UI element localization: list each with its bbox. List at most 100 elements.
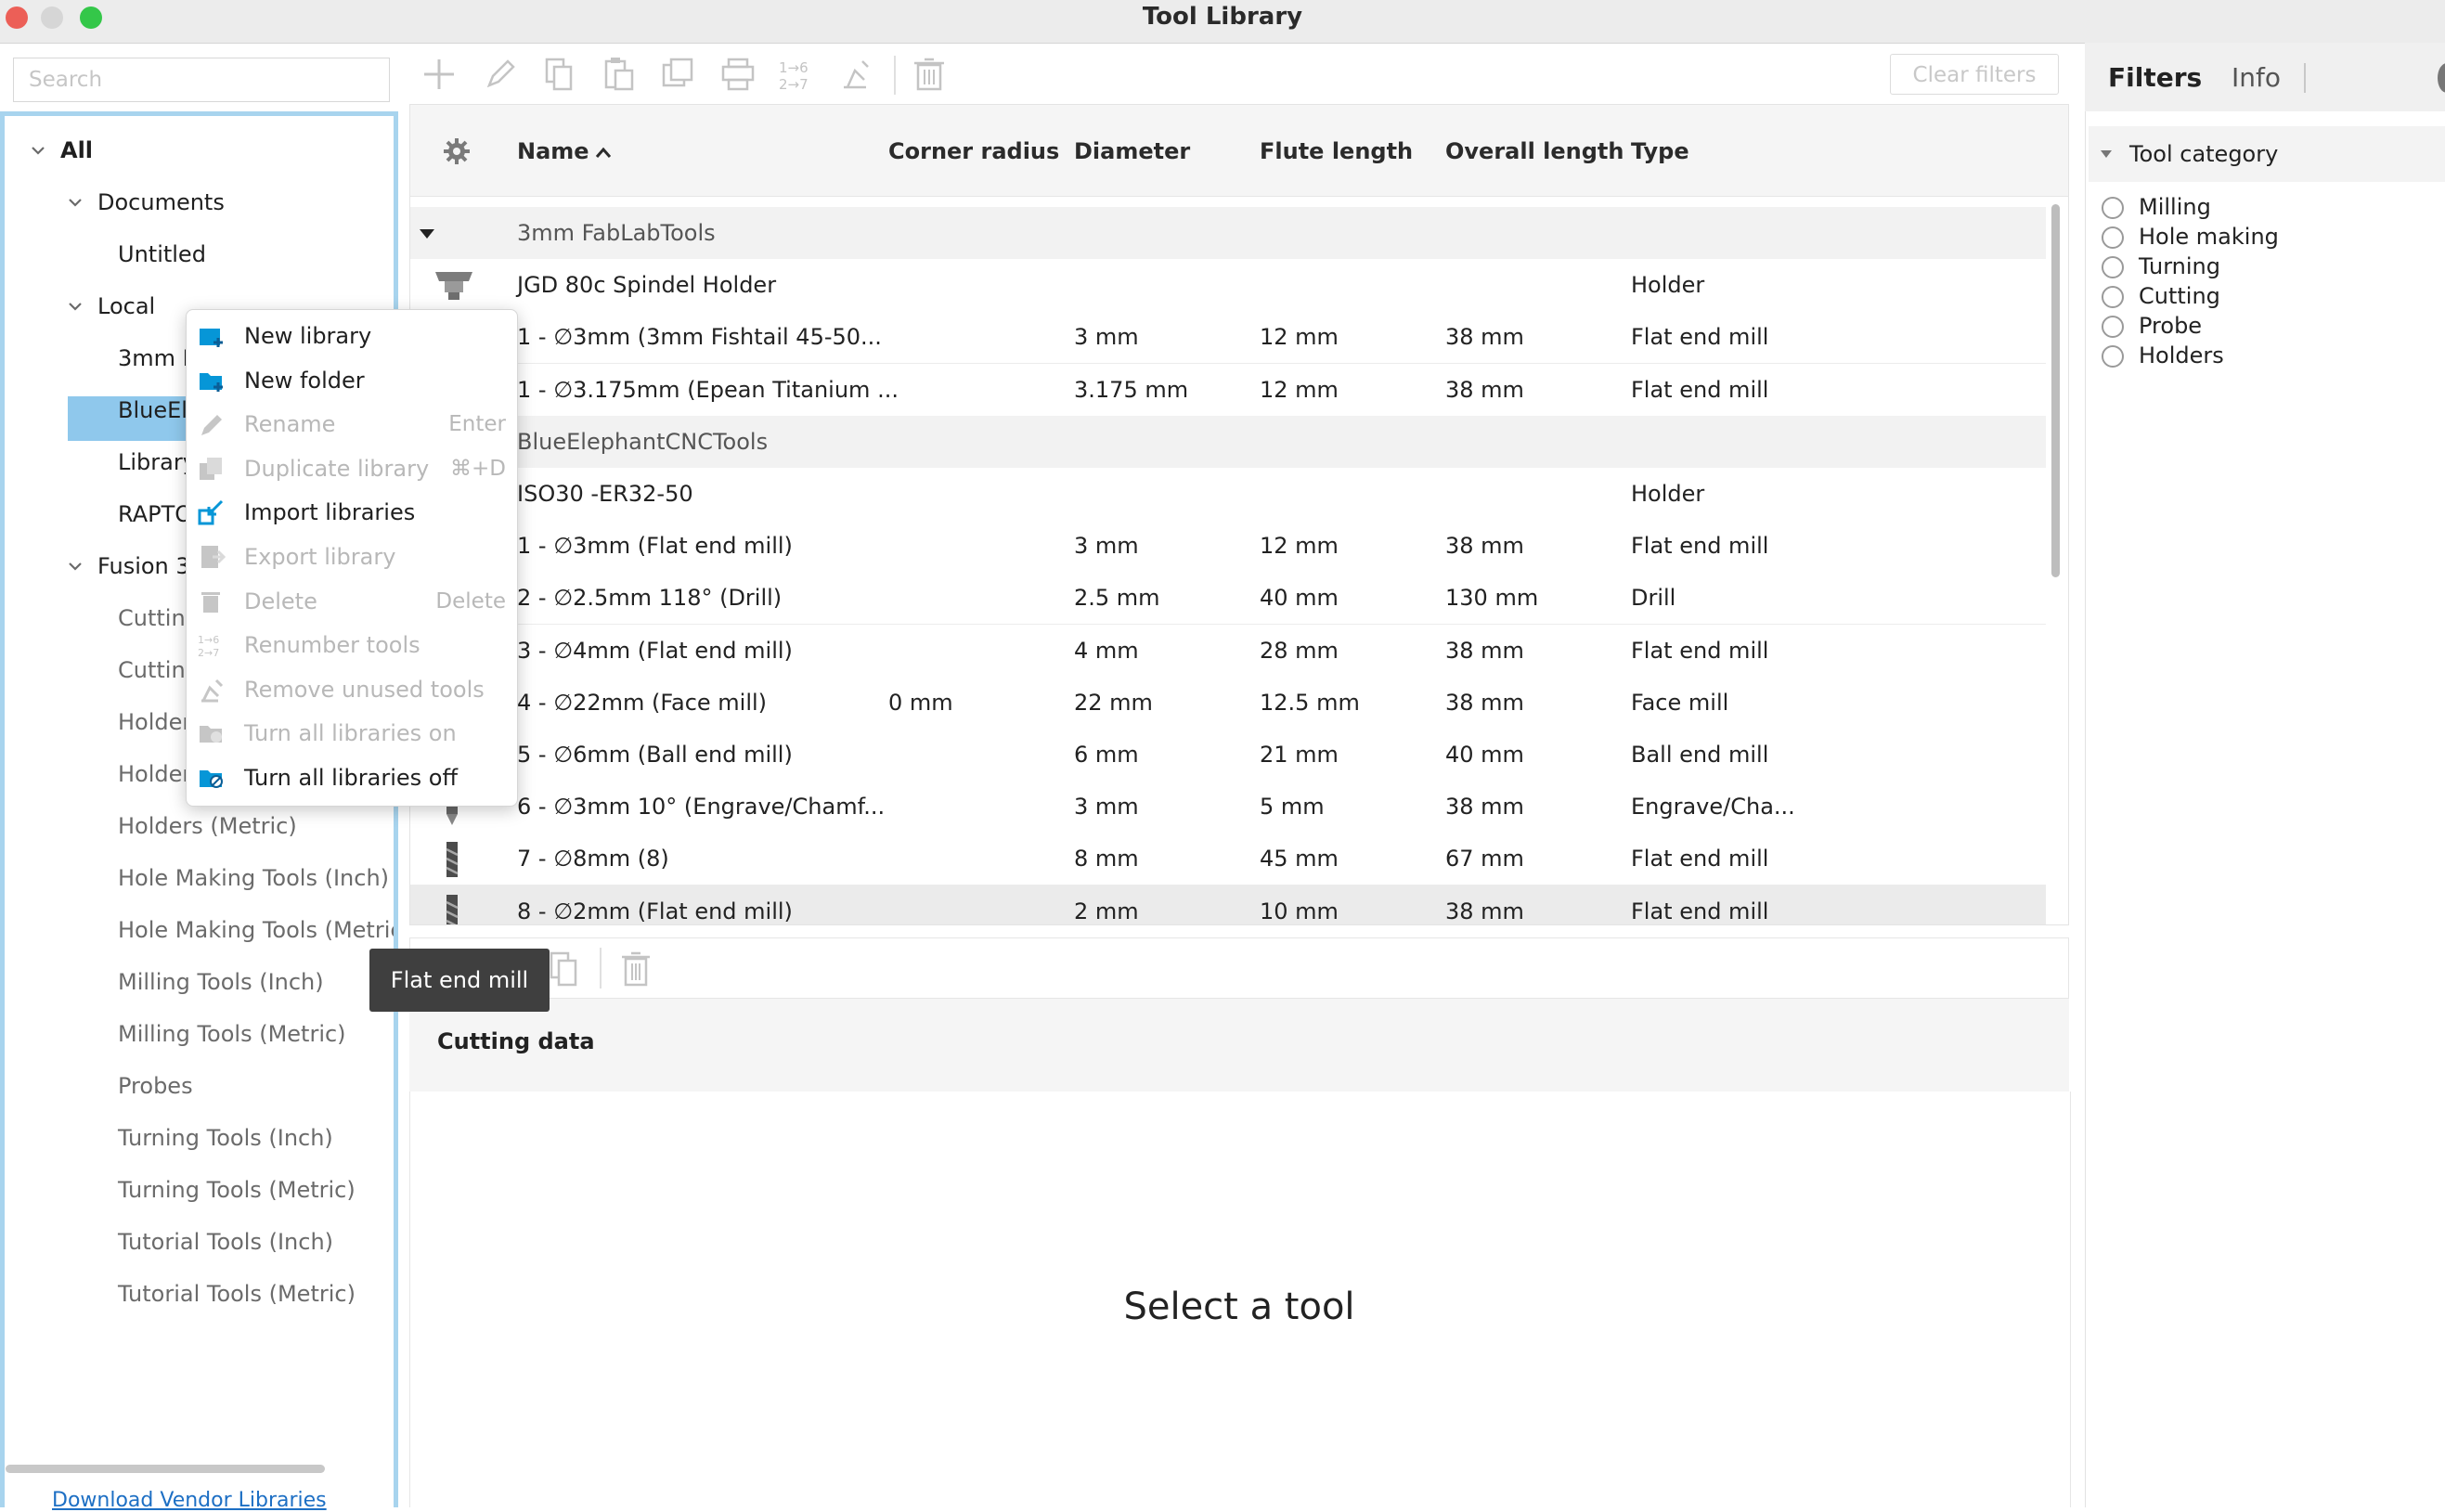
table-row[interactable]: 4 - ∅22mm (Face mill) 0 mm 22 mm 12.5 mm 38 … (410, 676, 2046, 730)
svg-text:1→6: 1→6 (198, 634, 219, 646)
category-filter-turning[interactable]: Turning (2102, 252, 2220, 281)
radio-button[interactable] (2102, 256, 2124, 278)
column-header-type[interactable]: Type (1631, 105, 1689, 196)
gear-icon[interactable] (443, 137, 471, 165)
table-cell-diameter: 8 mm (1074, 846, 1139, 872)
column-header-overall-length[interactable]: Overall length (1445, 105, 1624, 196)
table-row[interactable]: 3 - ∅4mm (Flat end mill) 4 mm 28 mm 38 mm Fl… (410, 624, 2046, 678)
tree-item[interactable]: Turning Tools (Inch) (118, 1119, 333, 1157)
tab-info[interactable]: Info (2232, 43, 2281, 111)
add-tool-icon[interactable] (419, 54, 459, 95)
chevron-down-icon[interactable] (68, 559, 83, 574)
menu-item-label: Delete (244, 588, 317, 614)
table-cell-type: Face mill (1631, 689, 1729, 716)
search-input[interactable] (13, 58, 390, 102)
table-cell-type: Holder (1631, 272, 1705, 299)
tree-item[interactable]: Holders (Metric) (118, 808, 297, 845)
radio-button[interactable] (2102, 316, 2124, 338)
menu-item-remove-unused-tools: Remove unused tools (187, 667, 517, 712)
radio-button[interactable] (2102, 197, 2124, 219)
category-filter-hole-making[interactable]: Hole making (2102, 222, 2279, 252)
tree-item-label: Turning Tools (Inch) (118, 1125, 333, 1151)
print-icon[interactable] (718, 54, 758, 95)
menu-item-turn-all-libraries-off[interactable]: Turn all libraries off (187, 756, 517, 800)
table-row[interactable]: 8 - ∅2mm (Flat end mill) 2 mm 10 mm 38 mm Fl… (410, 885, 2046, 924)
renumber-icon[interactable]: 1→62→7 (777, 54, 818, 95)
tool-table: Name Corner radius Diameter Flute length… (409, 104, 2069, 925)
tree-item[interactable]: Documents (69, 184, 225, 221)
table-cell-flute-length: 40 mm (1260, 585, 1339, 612)
table-row[interactable]: 1 - ∅3mm (Flat end mill) 3 mm 12 mm 38 mm Fl… (410, 520, 2046, 574)
clear-filters-button[interactable]: Clear filters (1890, 54, 2059, 95)
radio-button[interactable] (2102, 286, 2124, 308)
table-cell-flute-length: 21 mm (1260, 742, 1339, 768)
tree-item-label: Holders (Metric) (118, 813, 297, 839)
table-row[interactable]: 1 - ∅3mm (3mm Fishtail 45-50... 3 mm 12 mm… (410, 311, 2046, 365)
title-bar: Tool Library (0, 0, 2445, 44)
radio-button[interactable] (2102, 226, 2124, 249)
tree-item[interactable]: Turning Tools (Metric) (118, 1171, 356, 1208)
category-filter-milling[interactable]: Milling (2102, 192, 2211, 222)
remove-unused-icon[interactable] (836, 54, 877, 95)
column-header-flute-length[interactable]: Flute length (1260, 105, 1413, 196)
tree-item[interactable]: Hole Making Tools (Inch) (118, 859, 389, 897)
menu-item-new-folder[interactable]: New folder (187, 358, 517, 403)
radio-button[interactable] (2102, 345, 2124, 368)
tab-filters[interactable]: Filters (2108, 43, 2202, 111)
table-cell-overall-length: 38 mm (1445, 689, 1524, 716)
menu-item-new-library[interactable]: New library (187, 314, 517, 358)
column-header-name[interactable]: Name (517, 105, 612, 196)
tree-item[interactable]: Library (118, 444, 196, 481)
menu-item-import-libraries[interactable]: Import libraries (187, 490, 517, 535)
menu-item-label: New folder (244, 367, 365, 394)
paste-tool-icon[interactable] (599, 54, 640, 95)
tree-item[interactable]: Hole Making Tools (Metric (118, 911, 394, 949)
table-row[interactable]: 1 - ∅3.175mm (Epean Titanium ... 3.175 mm… (410, 363, 2046, 417)
context-menu: New library New folder Rename Enter Duplicat… (186, 309, 518, 807)
table-row[interactable]: 6 - ∅3mm 10° (Engrave/Chamf... 3 mm 5 mm 38… (410, 781, 2046, 834)
export-icon (201, 546, 226, 568)
svg-text:1→6: 1→6 (779, 59, 809, 76)
tree-item[interactable]: Probes (118, 1067, 193, 1105)
duplicate-tool-icon[interactable] (658, 54, 699, 95)
column-header-corner-radius[interactable]: Corner radius (888, 105, 1059, 196)
chevron-down-icon[interactable] (68, 195, 83, 210)
chevron-down-icon[interactable] (68, 299, 83, 314)
chevron-down-icon[interactable] (31, 143, 45, 158)
table-row[interactable]: ISO30 -ER32-50 Holder (410, 468, 2046, 521)
table-row[interactable]: 7 - ∅8mm (8) 8 mm 45 mm 67 mm Flat end mill (410, 833, 2046, 886)
table-row[interactable]: 5 - ∅6mm (Ball end mill) 6 mm 21 mm 40 mm Ba… (410, 729, 2046, 782)
column-header-diameter[interactable]: Diameter (1074, 105, 1190, 196)
table-cell-flute-length: 5 mm (1260, 794, 1325, 821)
category-filter-probe[interactable]: Probe (2102, 311, 2202, 341)
tree-item[interactable]: All (32, 132, 93, 169)
edit-tool-icon[interactable] (480, 54, 521, 95)
category-filter-cutting[interactable]: Cutting (2102, 281, 2220, 311)
table-cell-flute-length: 45 mm (1260, 846, 1339, 872)
table-group-row[interactable]: 3mm FabLabTools (410, 207, 2046, 260)
trash-icon[interactable] (909, 54, 950, 95)
tree-item[interactable]: Milling Tools (Inch) (118, 963, 324, 1001)
download-vendor-libraries-link[interactable]: Download Vendor Libraries (52, 1489, 327, 1512)
menu-item-label: New library (244, 323, 372, 349)
tree-item[interactable]: Untitled (118, 236, 206, 273)
panel-toggle-icon[interactable] (2438, 63, 2445, 93)
copy-tool-icon[interactable] (539, 54, 580, 95)
tree-item[interactable]: Tutorial Tools (Metric) (118, 1275, 356, 1312)
table-header: Name Corner radius Diameter Flute length… (410, 105, 2068, 197)
tree-item[interactable]: Tutorial Tools (Inch) (118, 1223, 333, 1260)
delete-cutting-data-icon[interactable] (620, 948, 652, 989)
group-collapse-icon[interactable] (418, 227, 436, 240)
table-vertical-scrollbar[interactable] (2051, 204, 2060, 577)
libraries-on-icon (200, 726, 222, 743)
table-row[interactable]: 2 - ∅2.5mm 118° (Drill) 2.5 mm 40 mm 130 mm… (410, 572, 2046, 626)
category-filter-holders[interactable]: Holders (2102, 341, 2224, 370)
tree-item[interactable]: Milling Tools (Metric) (118, 1015, 346, 1053)
tree-item[interactable]: Local (69, 288, 155, 325)
table-cell-name: 1 - ∅3mm (Flat end mill) (517, 533, 793, 560)
table-row[interactable]: JGD 80c Spindel Holder Holder (410, 259, 2046, 313)
remove-unused-icon (201, 678, 224, 703)
table-group-row[interactable]: BlueElephantCNCTools (410, 415, 2046, 469)
tree-horizontal-scrollbar[interactable] (6, 1465, 325, 1473)
copy-cutting-data-icon[interactable] (548, 950, 579, 987)
